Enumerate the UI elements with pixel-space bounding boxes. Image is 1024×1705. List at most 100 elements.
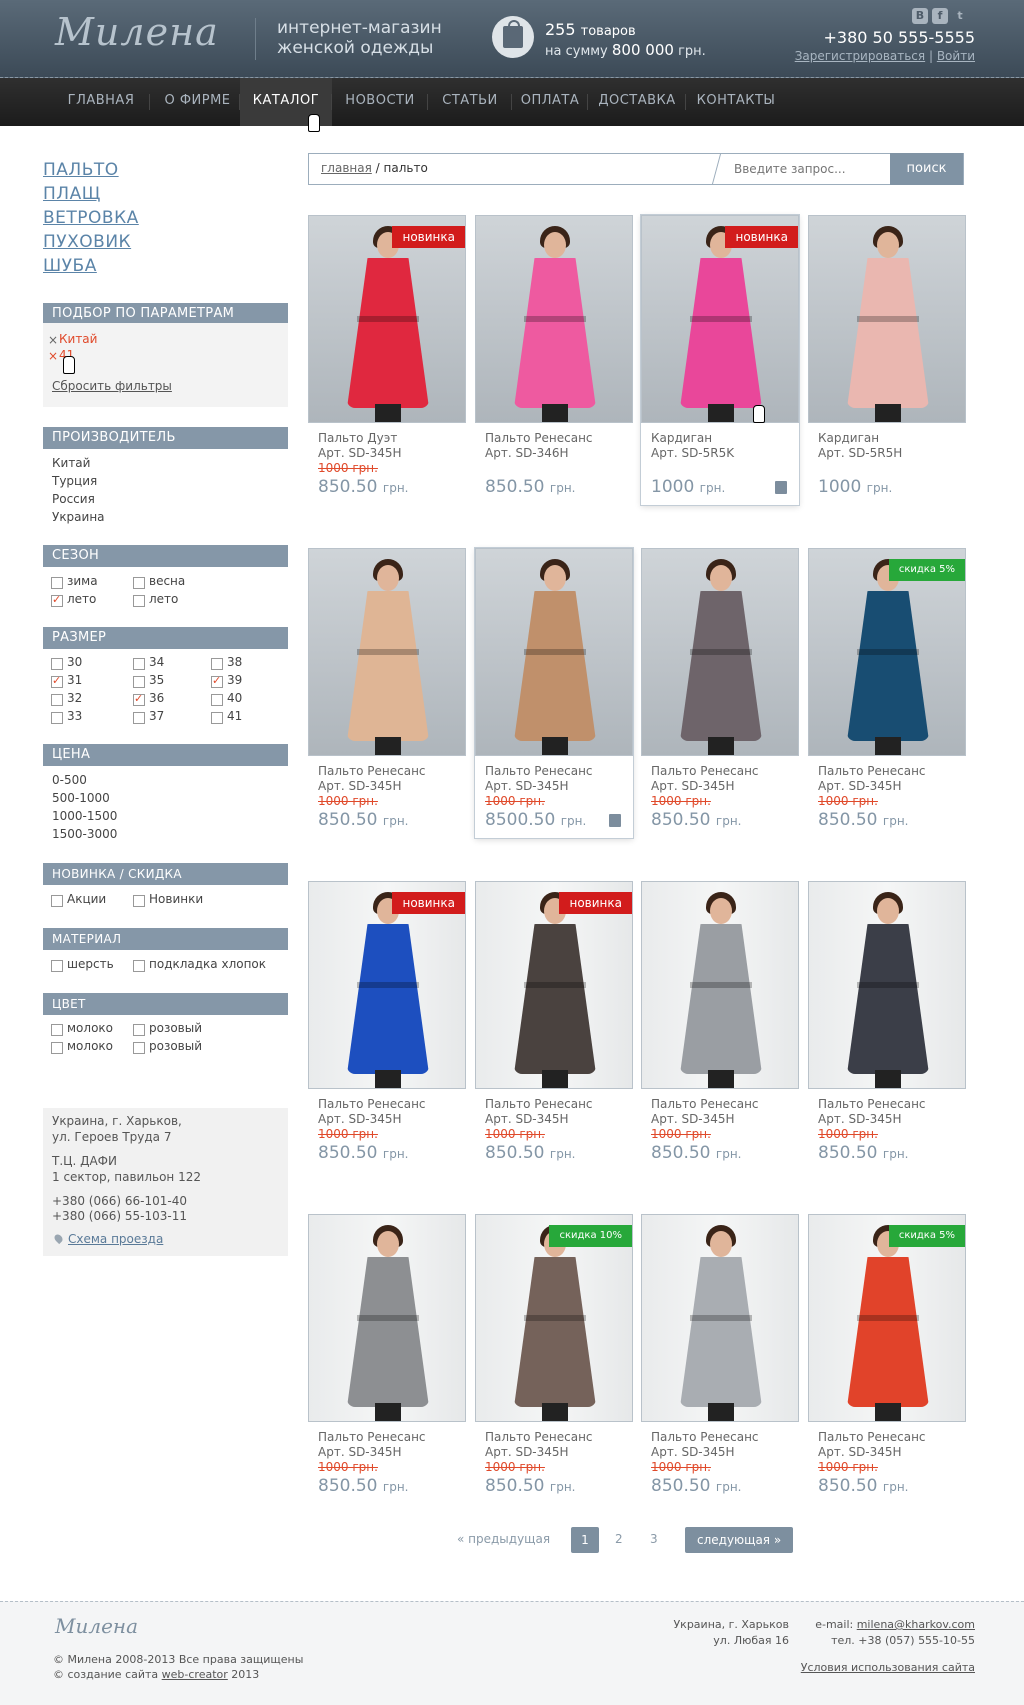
product-name[interactable]: Пальто Ренесанс (651, 1097, 759, 1111)
product-name[interactable]: Пальто Ренесанс (318, 1430, 426, 1444)
twitter-icon[interactable]: t (952, 8, 968, 24)
color-checkbox[interactable] (51, 1042, 63, 1054)
product-card[interactable]: новинка Пальто Ренесанс Арт. SD-345H 1000 г… (475, 881, 633, 1171)
season-checkbox[interactable] (51, 577, 63, 589)
cart-count[interactable]: 255 товаров (545, 20, 636, 39)
material-checkbox[interactable] (133, 960, 145, 972)
product-name[interactable]: Пальто Ренесанс (651, 1430, 759, 1444)
size-checkbox[interactable] (211, 674, 223, 688)
manufacturer-item[interactable]: Россия (52, 492, 95, 506)
product-card[interactable]: новинка Кардиган Арт. SD-5R5K 1000 грн. (641, 215, 799, 505)
facebook-icon[interactable]: f (932, 8, 948, 24)
product-image[interactable] (475, 215, 633, 423)
size-checkbox[interactable] (51, 712, 63, 724)
product-card[interactable]: скидка 5% Пальто Ренесанс Арт. SD-345H 1000… (808, 548, 966, 838)
color-checkbox[interactable] (133, 1024, 145, 1036)
product-name[interactable]: Кардиган (818, 431, 879, 445)
size-checkbox[interactable] (211, 694, 223, 706)
terms-link[interactable]: Условия использования сайта (801, 1661, 975, 1674)
search-button[interactable]: поиск (890, 153, 963, 185)
nav-item-3[interactable]: НОВОСТИ (332, 78, 428, 126)
login-link[interactable]: Войти (937, 49, 975, 63)
category-link[interactable]: ПЛАЩ (43, 184, 288, 208)
logo[interactable]: Милена (55, 10, 219, 54)
color-checkbox[interactable] (51, 1024, 63, 1036)
price-item[interactable]: 1500-3000 (52, 827, 117, 841)
product-card[interactable]: новинка Пальто Дуэт Арт. SD-345H 1000 грн. 8… (308, 215, 466, 505)
price-item[interactable]: 1000-1500 (52, 809, 117, 823)
color-checkbox[interactable] (133, 1042, 145, 1054)
product-name[interactable]: Пальто Ренесанс (818, 1430, 926, 1444)
season-checkbox[interactable] (133, 577, 145, 589)
size-checkbox[interactable] (133, 676, 145, 688)
prev-page-link[interactable]: « предыдущая (457, 1532, 550, 1546)
product-image[interactable] (308, 1214, 466, 1422)
size-checkbox[interactable] (51, 694, 63, 706)
product-name[interactable]: Пальто Ренесанс (318, 764, 426, 778)
remove-filter-icon[interactable]: × (48, 333, 58, 347)
price-item[interactable]: 0-500 (52, 773, 87, 787)
material-checkbox[interactable] (51, 960, 63, 972)
product-card[interactable]: Пальто Ренесанс Арт. SD-345H 1000 грн. 850.… (808, 881, 966, 1171)
product-image[interactable]: скидка 5% (808, 548, 966, 756)
product-card[interactable]: Пальто Ренесанс Арт. SD-346H 850.50 грн. (475, 215, 633, 505)
footer-logo[interactable]: Милена (55, 1614, 138, 1638)
product-image[interactable] (808, 215, 966, 423)
manufacturer-item[interactable]: Украина (52, 510, 105, 524)
reset-filters-link[interactable]: Сбросить фильтры (52, 379, 172, 393)
product-image[interactable] (641, 881, 799, 1089)
email-link[interactable]: milena@kharkov.com (857, 1618, 975, 1631)
product-card[interactable]: Пальто Ренесанс Арт. SD-345H 1000 грн. 850.… (641, 1214, 799, 1504)
product-image[interactable]: скидка 10% (475, 1214, 633, 1422)
add-to-cart-icon[interactable] (609, 814, 621, 827)
product-card[interactable]: Пальто Ренесанс Арт. SD-345H 1000 грн. 850.… (641, 548, 799, 838)
manufacturer-item[interactable]: Китай (52, 456, 90, 470)
product-name[interactable]: Пальто Ренесанс (485, 1430, 593, 1444)
cart-icon[interactable] (492, 16, 534, 58)
nav-item-1[interactable]: О ФИРМЕ (150, 78, 245, 126)
web-creator-link[interactable]: web-creator (162, 1668, 228, 1681)
product-image[interactable]: новинка (475, 881, 633, 1089)
product-image[interactable] (308, 548, 466, 756)
size-checkbox[interactable] (133, 658, 145, 670)
product-name[interactable]: Пальто Ренесанс (485, 1097, 593, 1111)
product-name[interactable]: Пальто Ренесанс (485, 431, 593, 445)
product-image[interactable]: новинка (308, 881, 466, 1089)
novelty-checkbox[interactable] (133, 895, 145, 907)
product-name[interactable]: Пальто Ренесанс (485, 764, 593, 778)
product-name[interactable]: Кардиган (651, 431, 712, 445)
page-3[interactable]: 3 (650, 1532, 658, 1546)
product-image[interactable] (808, 881, 966, 1089)
price-item[interactable]: 500-1000 (52, 791, 110, 805)
size-checkbox[interactable] (211, 712, 223, 724)
product-card[interactable]: Пальто Ренесанс Арт. SD-345H 1000 грн. 850.… (641, 881, 799, 1171)
page-1[interactable]: 1 (571, 1527, 599, 1553)
product-card[interactable]: скидка 5% Пальто Ренесанс Арт. SD-345H 1000… (808, 1214, 966, 1504)
product-image[interactable]: новинка (641, 215, 799, 423)
product-card[interactable]: Пальто Ренесанс Арт. SD-345H 1000 грн. 8500… (475, 548, 633, 838)
add-to-cart-icon[interactable] (775, 481, 787, 494)
product-image[interactable]: скидка 5% (808, 1214, 966, 1422)
product-name[interactable]: Пальто Дуэт (318, 431, 397, 445)
map-link[interactable]: Схема проезда (68, 1232, 163, 1246)
size-checkbox[interactable] (133, 712, 145, 724)
nav-item-4[interactable]: СТАТЬИ (428, 78, 512, 126)
category-link[interactable]: ПУХОВИК (43, 232, 288, 256)
category-link[interactable]: ВЕТРОВКА (43, 208, 288, 232)
remove-filter-icon[interactable]: × (48, 349, 58, 363)
season-checkbox[interactable] (51, 593, 63, 607)
product-image[interactable] (475, 548, 633, 756)
manufacturer-item[interactable]: Турция (52, 474, 97, 488)
product-name[interactable]: Пальто Ренесанс (818, 764, 926, 778)
product-card[interactable]: Кардиган Арт. SD-5R5H 1000 грн. (808, 215, 966, 505)
product-card[interactable]: новинка Пальто Ренесанс Арт. SD-345H 1000 г… (308, 881, 466, 1171)
search-input[interactable] (726, 154, 906, 184)
product-card[interactable]: Пальто Ренесанс Арт. SD-345H 1000 грн. 850.… (308, 548, 466, 838)
nav-item-6[interactable]: ДОСТАВКА (588, 78, 686, 126)
season-checkbox[interactable] (133, 595, 145, 607)
size-checkbox[interactable] (211, 658, 223, 670)
product-card[interactable]: скидка 10% Пальто Ренесанс Арт. SD-345H 100… (475, 1214, 633, 1504)
size-checkbox[interactable] (51, 674, 63, 688)
novelty-checkbox[interactable] (51, 895, 63, 907)
selected-filter-country[interactable]: Китай (59, 332, 97, 346)
